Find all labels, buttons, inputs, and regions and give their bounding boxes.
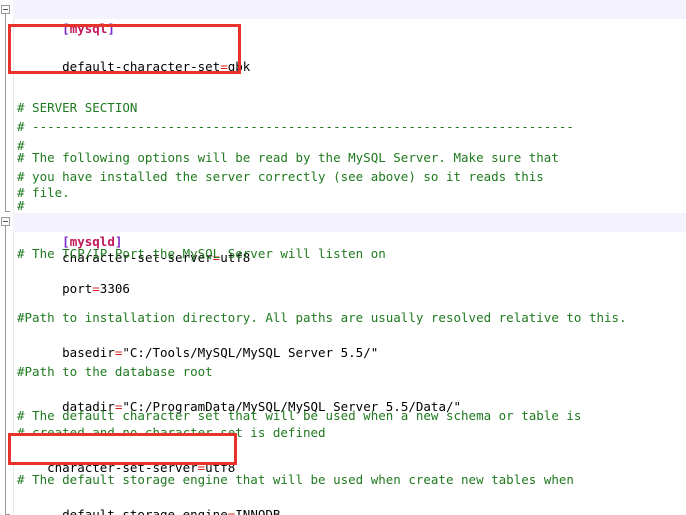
line-setting-port[interactable]: port=3306 [13,260,130,296]
line-setting-default-storage-engine[interactable]: default-storage-engine=INNODB [13,486,280,515]
setting-value: gbk [227,59,251,74]
code-editor[interactable]: [mysql] default-character-set=gbk # SERV… [0,0,686,515]
setting-value: INNODB [235,507,281,515]
fold-gutter[interactable] [0,0,14,515]
setting-key: basedir [62,345,115,360]
fold-toggle-mysqld[interactable] [1,217,10,226]
line-comment-default-charset-2[interactable]: # created and no character set is define… [13,423,326,442]
line-comment-installed-server[interactable]: # you have installed the server correctl… [13,167,544,186]
line-setting-datadir[interactable]: datadir="C:/ProgramData/MySQL/MySQL Serv… [13,378,461,414]
equals-sign: = [92,281,100,296]
setting-value: 3306 [99,281,130,296]
fold-range-mysql [5,14,10,212]
line-comment-server-section[interactable]: # SERVER SECTION [13,98,137,117]
line-comment-divider[interactable]: # --------------------------------------… [13,117,574,136]
setting-key: default-storage-engine [62,507,228,515]
setting-value: "C:/Tools/MySQL/MySQL Server 5.5/" [122,345,379,360]
line-comment-following-options[interactable]: # The following options will be read by … [13,148,559,167]
setting-key: default-character-set [62,59,221,74]
bracket-open: [ [62,21,70,36]
fold-toggle-mysql[interactable] [1,5,10,14]
line-setting-basedir[interactable]: basedir="C:/Tools/MySQL/MySQL Server 5.5… [13,324,378,360]
line-section-mysql[interactable]: [mysql] [13,0,686,36]
section-name: mysql [69,21,108,36]
fold-range-mysqld [5,226,10,515]
setting-key: port [62,281,93,296]
bracket-close: ] [107,21,115,36]
line-setting-default-character-set[interactable]: default-character-set=gbk [13,38,250,74]
equals-sign: = [220,59,228,74]
